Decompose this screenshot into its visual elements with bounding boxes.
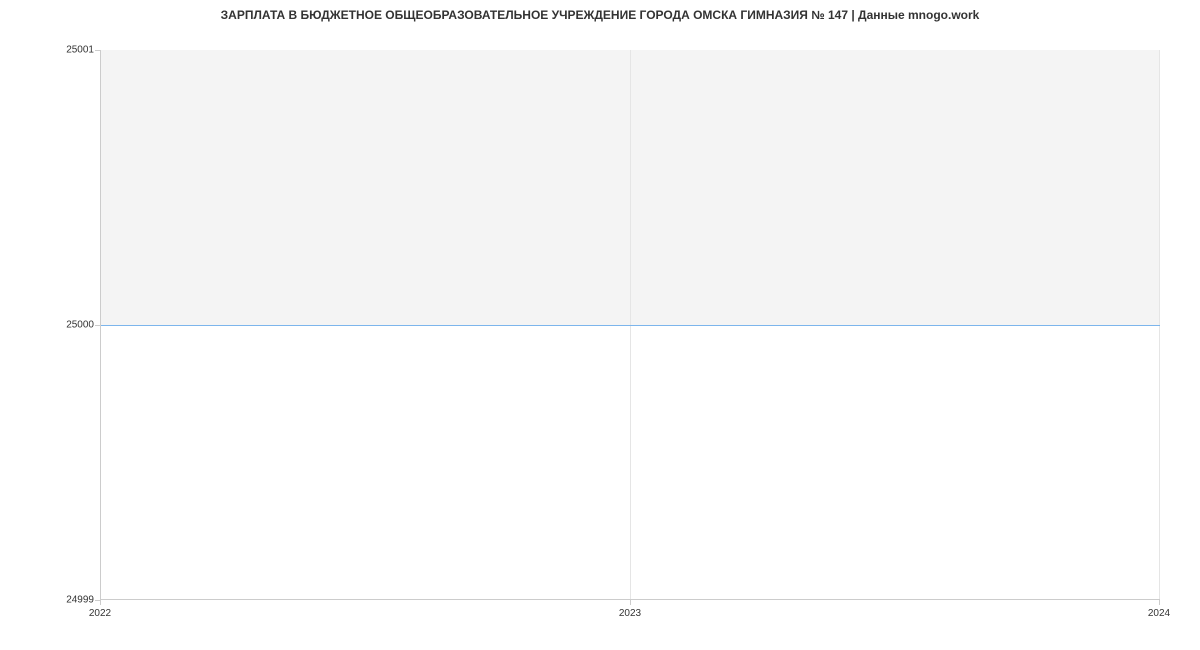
x-tick-label: 2023 bbox=[619, 608, 641, 619]
chart-title: ЗАРПЛАТА В БЮДЖЕТНОЕ ОБЩЕОБРАЗОВАТЕЛЬНОЕ… bbox=[0, 8, 1200, 22]
y-tick-mark bbox=[95, 50, 100, 51]
x-tick-label: 2024 bbox=[1148, 608, 1170, 619]
chart-container: ЗАРПЛАТА В БЮДЖЕТНОЕ ОБЩЕОБРАЗОВАТЕЛЬНОЕ… bbox=[0, 0, 1200, 650]
x-tick-mark bbox=[100, 600, 101, 605]
plot-area bbox=[100, 50, 1160, 600]
y-tick-label: 25001 bbox=[66, 45, 94, 56]
x-tick-mark bbox=[630, 600, 631, 605]
x-tick-mark bbox=[1159, 600, 1160, 605]
x-tick-label: 2022 bbox=[89, 608, 111, 619]
y-tick-label: 24999 bbox=[66, 595, 94, 606]
y-tick-mark bbox=[95, 325, 100, 326]
y-tick-label: 25000 bbox=[66, 320, 94, 331]
